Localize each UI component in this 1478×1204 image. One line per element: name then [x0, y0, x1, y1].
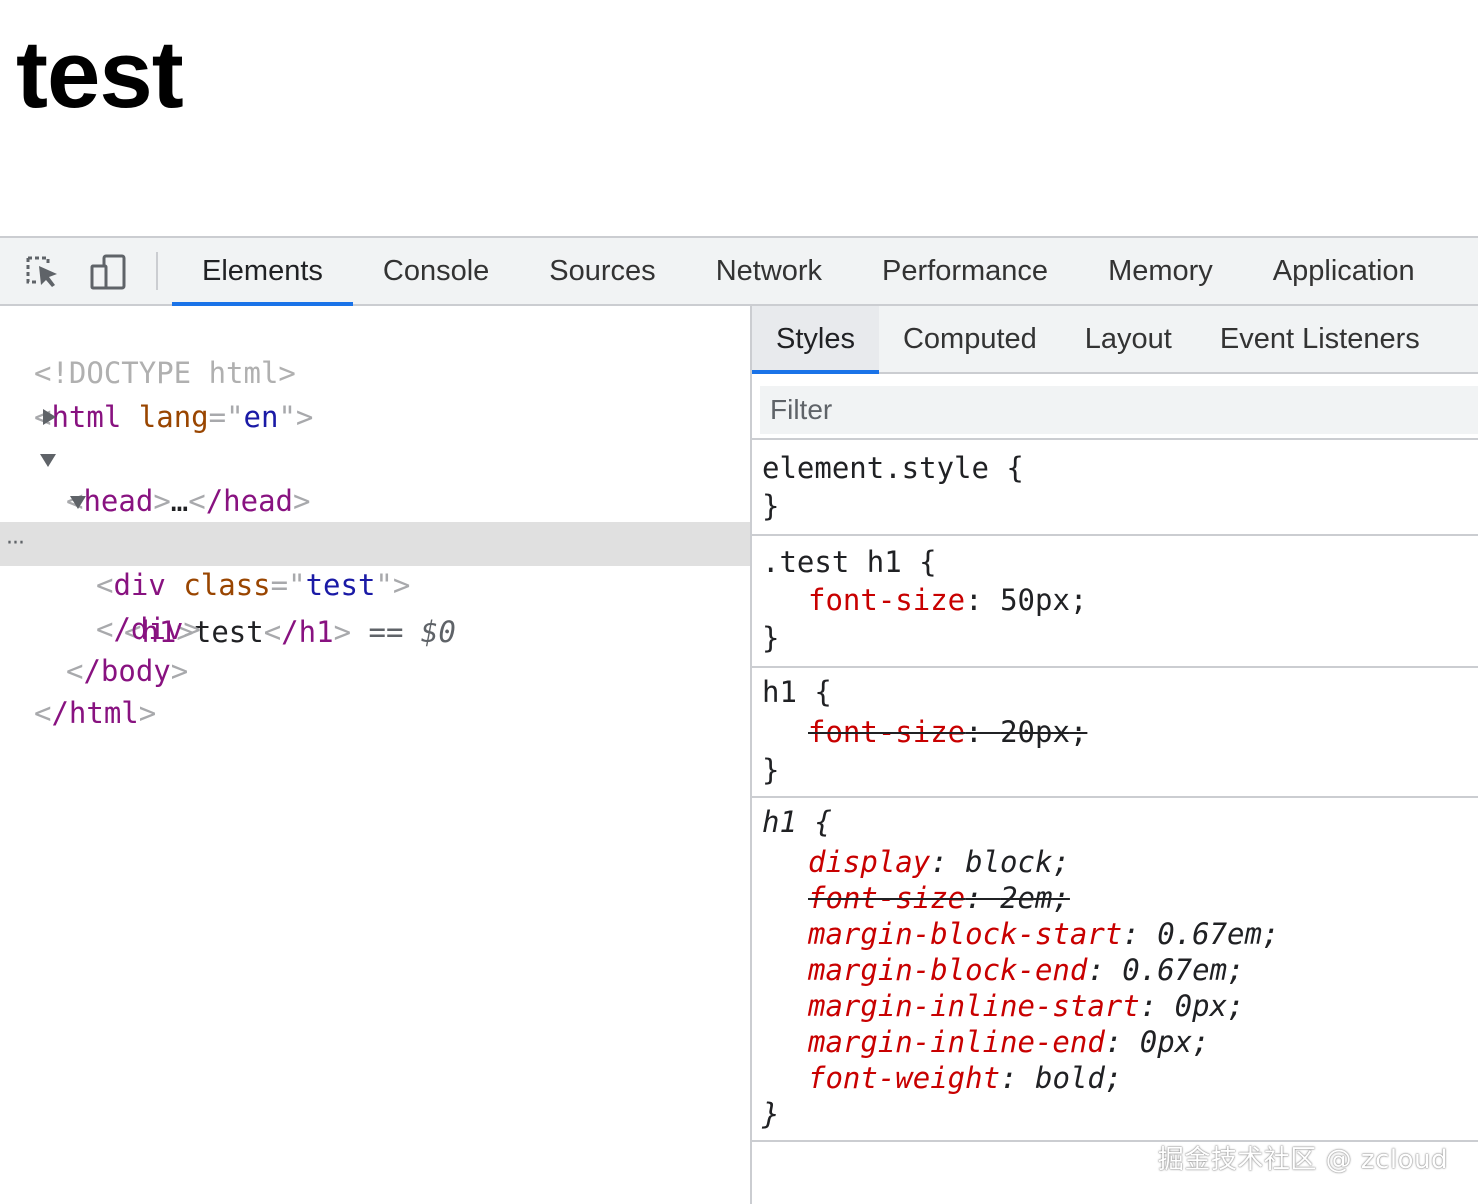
- watermark: 掘金技术社区 @ zcloud: [1157, 1145, 1448, 1175]
- dom-div-line[interactable]: <div class="test">: [0, 480, 750, 602]
- dom-body-line[interactable]: <body>: [0, 438, 750, 560]
- sidebar-tabs: Styles Computed Layout Event Listeners: [752, 306, 1478, 374]
- tab-network[interactable]: Network: [686, 238, 852, 304]
- dom-div-close-line[interactable]: </div>: [0, 566, 750, 646]
- rule-close-brace: }: [762, 621, 780, 655]
- tab-console[interactable]: Console: [353, 238, 519, 304]
- tab-computed[interactable]: Computed: [879, 306, 1061, 372]
- filter-bar: [752, 374, 1478, 440]
- dom-head-line[interactable]: <head>…</head>: [0, 396, 750, 518]
- css-declaration[interactable]: font-size: 50px;: [808, 582, 1087, 618]
- devtools-panel: Elements Console Sources Network Perform…: [0, 236, 1478, 1204]
- style-rule-user-agent-h1: h1 { display: block; font-size: 2em; mar…: [752, 798, 1478, 1142]
- page-heading: test: [16, 21, 184, 128]
- styles-filter-input[interactable]: [760, 386, 1478, 434]
- tab-sources[interactable]: Sources: [519, 238, 685, 304]
- css-declaration-overridden[interactable]: font-size: 2em;: [808, 880, 1070, 916]
- css-declaration[interactable]: margin-block-start: 0.67em;: [808, 916, 1279, 952]
- devtools-tabs: Elements Console Sources Network Perform…: [172, 238, 1445, 306]
- css-declaration[interactable]: margin-inline-start: 0px;: [808, 988, 1245, 1024]
- css-declaration[interactable]: margin-inline-end: 0px;: [808, 1024, 1210, 1060]
- styles-sidebar: Styles Computed Layout Event Listeners e…: [752, 306, 1478, 1204]
- tab-layout[interactable]: Layout: [1061, 306, 1196, 372]
- device-toolbar-icon[interactable]: [88, 252, 128, 292]
- css-declaration[interactable]: margin-block-end: 0.67em;: [808, 952, 1245, 988]
- dom-body-close-line[interactable]: </body>: [0, 608, 750, 688]
- css-declaration[interactable]: font-weight: bold;: [808, 1060, 1122, 1096]
- css-declaration[interactable]: display: block;: [808, 844, 1070, 880]
- more-options-icon[interactable]: ···: [6, 522, 25, 566]
- rule-selector[interactable]: .test h1 {: [762, 544, 937, 580]
- dom-html-line[interactable]: <html lang="en">: [0, 354, 750, 434]
- css-declaration-overridden[interactable]: font-size: 20px;: [808, 714, 1087, 750]
- rule-close-brace: }: [762, 1097, 780, 1131]
- rule-selector[interactable]: h1 {: [762, 804, 832, 840]
- page-viewport: test: [0, 0, 1478, 236]
- toolbar-separator: [156, 252, 158, 290]
- collapse-triangle-icon[interactable]: [40, 454, 56, 467]
- style-rule-test-h1: .test h1 { font-size: 50px; }: [752, 536, 1478, 668]
- tab-application[interactable]: Application: [1243, 238, 1445, 304]
- tab-event-listeners[interactable]: Event Listeners: [1196, 306, 1444, 372]
- elements-dom-tree: <!DOCTYPE html> <html lang="en"> <head>……: [0, 306, 750, 1204]
- rule-selector[interactable]: h1 {: [762, 674, 832, 710]
- tab-elements[interactable]: Elements: [172, 238, 353, 306]
- dom-html-close-line[interactable]: </html>: [0, 650, 750, 730]
- expand-triangle-icon[interactable]: [43, 409, 56, 425]
- dom-doctype-line[interactable]: <!DOCTYPE html>: [0, 310, 750, 390]
- tab-memory[interactable]: Memory: [1078, 238, 1243, 304]
- tab-performance[interactable]: Performance: [852, 238, 1078, 304]
- style-rule-h1: h1 { font-size: 20px; }: [752, 668, 1478, 798]
- devtools-toolbar: Elements Console Sources Network Perform…: [0, 236, 1478, 306]
- tab-styles[interactable]: Styles: [752, 306, 879, 374]
- inspect-element-icon[interactable]: [22, 252, 62, 292]
- rule-close-brace: }: [762, 753, 780, 787]
- html-close-tag: </html>: [34, 696, 157, 730]
- dom-h1-line-selected[interactable]: ··· <h1>test</h1> == $0: [0, 522, 750, 649]
- style-rule-element-style: element.style { }: [752, 442, 1478, 536]
- collapse-triangle-icon[interactable]: [70, 496, 86, 509]
- rule-close-brace: }: [762, 489, 780, 523]
- rule-selector[interactable]: element.style {: [762, 450, 1024, 486]
